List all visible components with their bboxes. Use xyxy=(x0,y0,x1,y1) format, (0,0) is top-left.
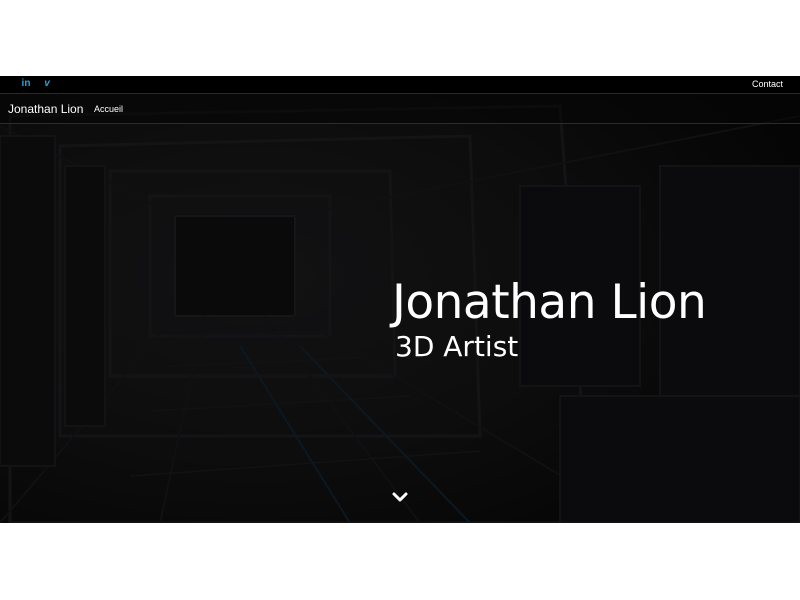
contact-link[interactable]: Contact xyxy=(752,78,783,90)
hero-title: Jonathan Lion xyxy=(392,275,707,330)
nav-link-accueil[interactable]: Accueil xyxy=(94,103,123,115)
chevron-down-icon[interactable] xyxy=(390,490,410,506)
main-navbar: Jonathan Lion Accueil xyxy=(0,94,800,124)
linkedin-icon[interactable]: in xyxy=(19,78,33,90)
vimeo-icon[interactable]: v xyxy=(40,78,54,90)
site-frame: in v Contact Jonathan Lion Accueil Jonat… xyxy=(0,76,800,523)
hero-subtitle: 3D Artist xyxy=(395,330,519,363)
top-bar: in v Contact xyxy=(0,76,800,94)
site-brand[interactable]: Jonathan Lion xyxy=(8,102,83,116)
